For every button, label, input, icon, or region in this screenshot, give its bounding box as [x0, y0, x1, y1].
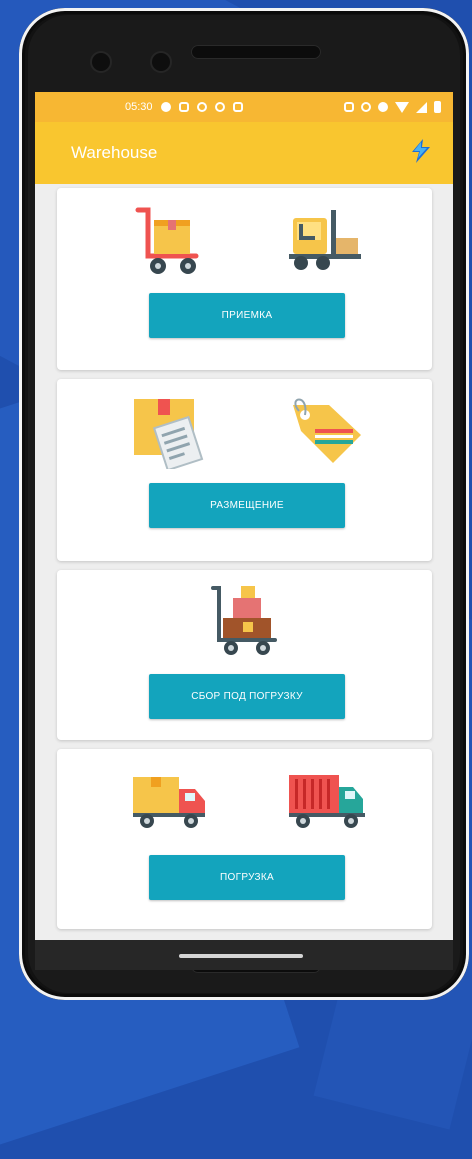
hand-truck-boxes-icon: [132, 202, 208, 283]
status-time: 05:30: [125, 101, 153, 113]
wifi-icon: [395, 101, 409, 113]
key-icon: [361, 102, 371, 112]
menu-list: ПРИЕМКА РАЗМЕЩЕНИЕ СБОР ПОД ПОГРУЗКУ ПОГ…: [35, 184, 453, 929]
message-icon: [178, 102, 189, 112]
phone-bezel: 05:30 Warehouse ПРИЕМКА РАЗМЕЩЕНИЕ СБОР …: [28, 15, 460, 993]
cart-with-boxes-icon: [209, 584, 285, 665]
nfc-icon: [344, 102, 354, 112]
signal-icon: [416, 101, 427, 113]
top-speaker: [191, 45, 321, 59]
loading-button[interactable]: ПОГРУЗКА: [149, 855, 345, 900]
delivery-van-icon: [131, 771, 209, 836]
front-camera: [92, 53, 110, 71]
app-title: Warehouse: [71, 143, 158, 162]
card-picking: СБОР ПОД ПОГРУЗКУ: [57, 570, 432, 740]
battery-icon: [434, 101, 441, 113]
mute-icon: [378, 102, 388, 112]
cargo-truck-icon: [287, 771, 367, 836]
lightning-logo-icon[interactable]: [409, 138, 433, 169]
phone-frame: 05:30 Warehouse ПРИЕМКА РАЗМЕЩЕНИЕ СБОР …: [19, 8, 469, 1000]
location-icon: [214, 102, 225, 112]
placement-button[interactable]: РАЗМЕЩЕНИЕ: [149, 483, 345, 528]
card-receiving: ПРИЕМКА: [57, 188, 432, 370]
clipboard-icon: [232, 102, 243, 112]
app-bar: Warehouse: [35, 122, 453, 184]
status-bar: 05:30: [35, 92, 453, 122]
card-loading: ПОГРУЗКА: [57, 749, 432, 929]
sensor: [152, 53, 170, 71]
receiving-button[interactable]: ПРИЕМКА: [149, 293, 345, 338]
box-document-icon: [132, 395, 210, 474]
navigation-bar: [35, 940, 453, 970]
notification-icon: [160, 102, 171, 112]
home-gesture-handle[interactable]: [179, 954, 303, 958]
price-tag-icon: [289, 397, 365, 472]
app-screen: 05:30 Warehouse ПРИЕМКА РАЗМЕЩЕНИЕ СБОР …: [35, 92, 453, 940]
forklift-icon: [287, 208, 361, 277]
picking-button[interactable]: СБОР ПОД ПОГРУЗКУ: [149, 674, 345, 719]
card-placement: РАЗМЕЩЕНИЕ: [57, 379, 432, 561]
sync-icon: [196, 102, 207, 112]
